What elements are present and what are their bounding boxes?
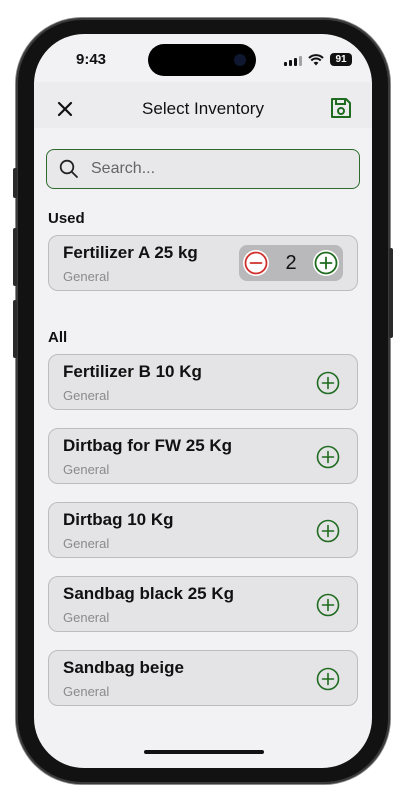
add-item-button[interactable] — [316, 593, 340, 617]
plus-circle-icon — [316, 519, 340, 543]
phone-frame: 9:43 91 Select Inventory Search... Used … — [13, 18, 393, 784]
battery-indicator: 91 — [330, 53, 352, 66]
search-icon — [59, 159, 78, 178]
item-category: General — [63, 684, 110, 699]
home-indicator[interactable] — [144, 750, 264, 754]
volume-down-button — [13, 300, 17, 358]
item-name: Dirtbag 10 Kg — [63, 510, 174, 529]
volume-up-button — [13, 228, 17, 286]
save-icon — [331, 98, 351, 118]
used-item-card[interactable]: Fertilizer A 25 kg General 2 — [48, 235, 358, 291]
page-title: Select Inventory — [142, 99, 264, 118]
dynamic-island — [148, 44, 256, 76]
item-name: Sandbag black 25 Kg — [63, 584, 234, 603]
inventory-item-card[interactable]: Fertilizer B 10 Kg General — [48, 354, 358, 410]
minus-circle-icon — [244, 251, 268, 275]
item-category: General — [63, 462, 110, 477]
signal-icon — [284, 54, 302, 66]
quantity-value: 2 — [285, 251, 297, 274]
item-name: Sandbag beige — [63, 658, 184, 677]
item-name: Fertilizer B 10 Kg — [63, 362, 202, 381]
app-screen: 9:43 91 Select Inventory Search... Used … — [34, 34, 372, 768]
item-name: Dirtbag for FW 25 Kg — [63, 436, 233, 455]
section-label-all: All — [48, 329, 68, 346]
save-button[interactable] — [328, 95, 354, 121]
increment-button[interactable] — [313, 250, 339, 276]
search-bar[interactable] — [46, 149, 360, 189]
item-category: General — [63, 269, 110, 284]
add-item-button[interactable] — [316, 371, 340, 395]
search-input[interactable] — [91, 160, 341, 178]
plus-circle-icon — [316, 371, 340, 395]
power-button — [389, 248, 393, 338]
quantity-stepper: 2 — [239, 245, 343, 281]
add-item-button[interactable] — [316, 519, 340, 543]
status-icons: 91 — [284, 53, 352, 66]
add-item-button[interactable] — [316, 445, 340, 469]
item-name: Fertilizer A 25 kg — [63, 243, 198, 262]
inventory-item-card[interactable]: Dirtbag 10 Kg General — [48, 502, 358, 558]
mute-switch — [13, 168, 17, 198]
plus-circle-icon — [316, 445, 340, 469]
item-category: General — [63, 536, 110, 551]
wifi-icon — [308, 53, 324, 65]
inventory-item-card[interactable]: Sandbag black 25 Kg General — [48, 576, 358, 632]
plus-circle-icon — [316, 667, 340, 691]
plus-circle-icon — [316, 593, 340, 617]
decrement-button[interactable] — [243, 250, 269, 276]
item-category: General — [63, 610, 110, 625]
nav-header: Select Inventory — [34, 82, 372, 128]
section-label-used: Used — [48, 210, 85, 227]
status-time: 9:43 — [76, 51, 107, 68]
plus-circle-icon — [314, 251, 338, 275]
item-category: General — [63, 388, 110, 403]
inventory-item-card[interactable]: Sandbag beige General — [48, 650, 358, 706]
inventory-item-card[interactable]: Dirtbag for FW 25 Kg General — [48, 428, 358, 484]
add-item-button[interactable] — [316, 667, 340, 691]
